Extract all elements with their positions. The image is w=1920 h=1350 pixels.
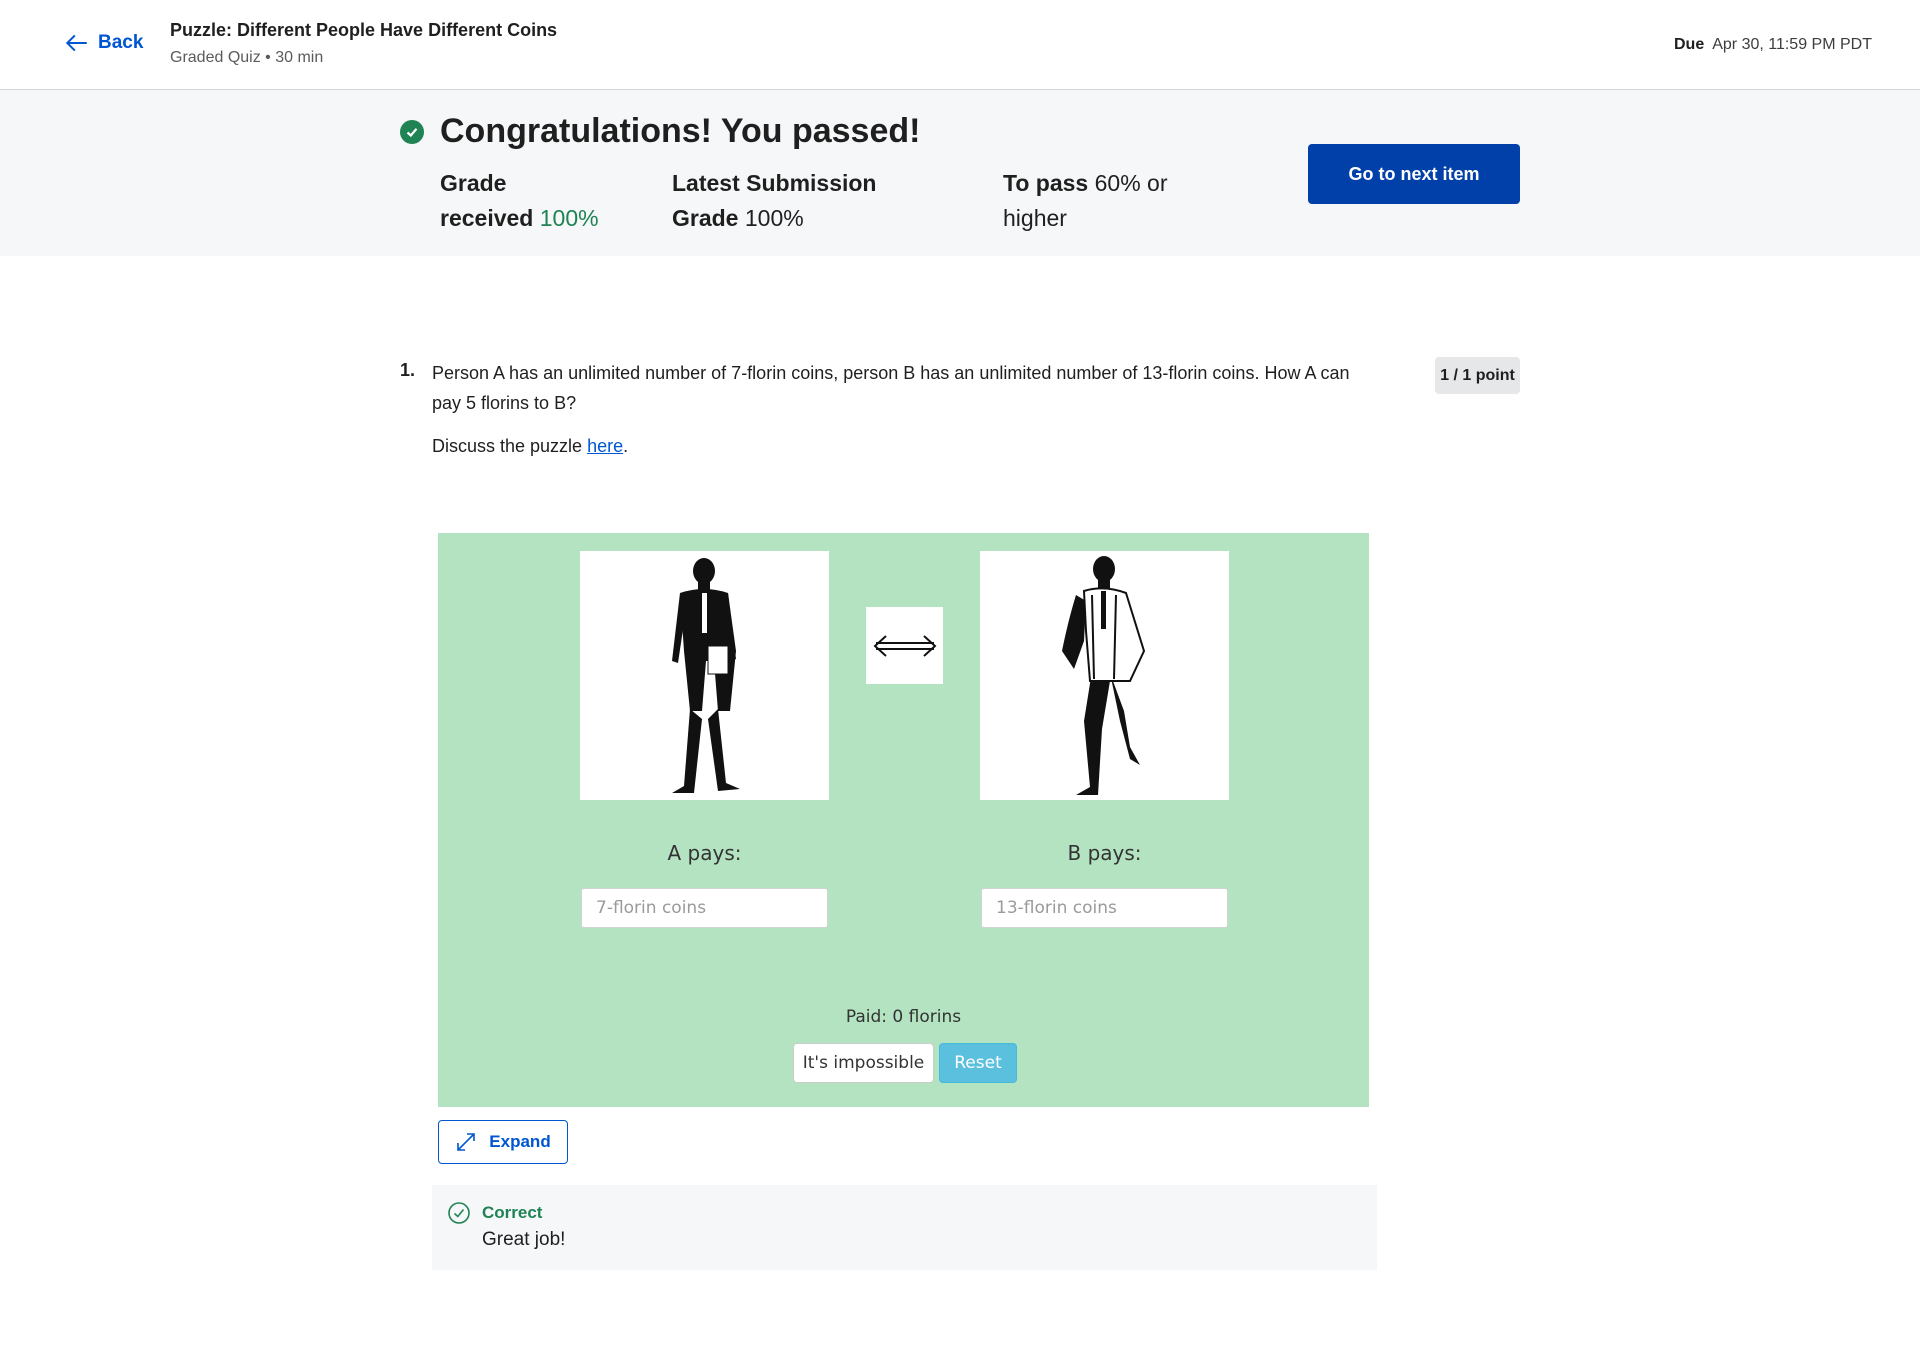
grade-received: Grade received 100%: [440, 166, 599, 236]
latest-label-1: Latest Submission: [672, 170, 877, 196]
feedback-title: Correct: [482, 1203, 543, 1222]
a-pays-label: A pays:: [667, 841, 742, 865]
feedback-text: Great job!: [482, 1229, 566, 1250]
b-coins-input[interactable]: 13-florin coins: [981, 888, 1228, 928]
discuss-link[interactable]: here: [587, 436, 623, 456]
feedback-box: Correct Great job!: [432, 1185, 1377, 1270]
b-pays-label: B pays:: [1067, 841, 1142, 865]
discuss-line: Discuss the puzzle here.: [432, 436, 628, 457]
back-label: Back: [98, 32, 144, 53]
check-outline-icon: [448, 1202, 470, 1224]
a-coins-input[interactable]: 7-florin coins: [581, 888, 828, 928]
latest-value: 100%: [744, 205, 804, 231]
expand-icon: [457, 1133, 476, 1151]
pass-threshold: To pass 60% or higher: [1003, 166, 1167, 236]
to-pass-value-2: higher: [1003, 205, 1067, 231]
go-to-next-item-button[interactable]: Go to next item: [1308, 144, 1520, 204]
page-title-block: Puzzle: Different People Have Different …: [170, 20, 557, 67]
puzzle-widget: A pays: B pays: 7-florin coins 13-florin…: [438, 533, 1369, 1107]
result-banner: [0, 90, 1920, 256]
person-a-image: [580, 551, 829, 800]
person-a-figure: [672, 558, 740, 793]
grade-received-value: 100%: [539, 205, 599, 231]
check-circle-icon: [400, 120, 424, 144]
expand-button[interactable]: Expand: [438, 1120, 568, 1164]
grade-received-label-2: received: [440, 205, 534, 231]
latest-submission-grade: Latest Submission Grade 100%: [672, 166, 876, 236]
due-date: Due Apr 30, 11:59 PM PDT: [1674, 36, 1872, 54]
discuss-suffix: .: [623, 436, 629, 456]
latest-label-2: Grade: [672, 205, 739, 231]
paid-status: Paid: 0 florins: [845, 1007, 962, 1027]
points-badge: 1 / 1 point: [1435, 357, 1520, 394]
person-b-figure: [1062, 556, 1146, 795]
page-title: Puzzle: Different People Have Different …: [170, 20, 558, 40]
arrow-left-icon: [65, 34, 87, 52]
expand-label: Expand: [489, 1132, 551, 1151]
pass-message: Congratulations! You passed!: [440, 112, 921, 150]
discuss-prefix: Discuss the puzzle: [432, 436, 588, 456]
exchange-arrow-icon: [866, 607, 943, 684]
due-label: Due: [1673, 36, 1705, 53]
reset-button[interactable]: Reset: [939, 1043, 1017, 1083]
question-number: 1.: [400, 360, 416, 380]
question-text: Person A has an unlimited number of 7-fl…: [432, 363, 1350, 413]
its-impossible-button[interactable]: It's impossible: [793, 1043, 934, 1083]
grade-received-label-1: Grade: [440, 170, 507, 196]
to-pass-label: To pass: [1003, 170, 1089, 196]
due-value: Apr 30, 11:59 PM PDT: [1712, 36, 1872, 53]
to-pass-value-1: 60% or: [1094, 170, 1168, 196]
top-bar: Back Puzzle: Different People Have Diffe…: [0, 0, 1920, 90]
page-subtitle: Graded Quiz • 30 min: [170, 49, 324, 66]
person-b-image: [980, 551, 1229, 800]
back-button[interactable]: Back: [64, 30, 143, 56]
